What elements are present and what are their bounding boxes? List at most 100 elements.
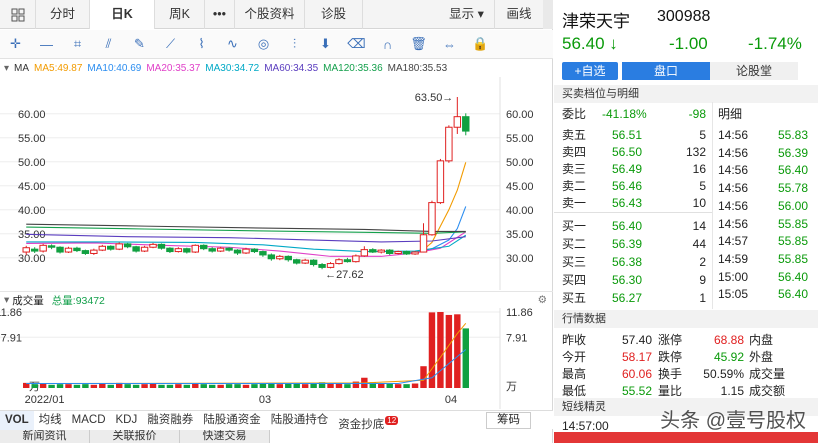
ask-row: 56.51 — [612, 128, 643, 142]
tick-row: 56.00 — [777, 198, 808, 213]
magnet-icon[interactable]: ∩ — [372, 30, 403, 59]
tab-daily-k[interactable]: 日K — [90, 0, 155, 29]
tab-hk-hold[interactable]: 陆股通持仓 — [266, 411, 334, 430]
ask-row: 卖三 — [562, 162, 587, 176]
ask-row: 5 — [699, 128, 706, 142]
tab-profile[interactable]: 个股资料 — [235, 0, 305, 29]
x-tick-label: 2022/01 — [25, 394, 65, 406]
tab-forum[interactable]: 论股堂 — [710, 62, 798, 80]
tab-kdj[interactable]: KDJ — [111, 411, 143, 430]
quote-row: 成交量 — [749, 367, 786, 381]
cycle-icon[interactable]: ◎ — [248, 30, 279, 59]
quote-row: 45.92 — [713, 350, 744, 364]
ma-line-ma60 — [26, 233, 466, 243]
draw-line-button[interactable]: 画线 — [495, 0, 543, 29]
volume-chart[interactable]: 11.8611.867.917.91万万2022/010304 — [0, 308, 553, 409]
fork-icon[interactable]: ⫶ — [279, 30, 310, 59]
candle-body — [250, 248, 259, 253]
candle-body — [39, 244, 47, 252]
weibi-label: 委比 — [562, 107, 587, 121]
collapse-handle[interactable] — [543, 0, 553, 29]
tab-quick-trade[interactable]: 快速交易 — [180, 430, 270, 443]
tab-vol[interactable]: VOL — [0, 410, 34, 430]
expand-icon[interactable]: ⇔ — [434, 30, 465, 59]
tab-margin[interactable]: 融资融券 — [142, 411, 198, 430]
quote-row: 内盘 — [749, 333, 774, 347]
volume-header: ▾ 成交量 总量:93472 ⚙ — [0, 291, 553, 308]
ask-row: 56.49 — [612, 162, 643, 176]
ma-label[interactable]: MA — [14, 63, 29, 74]
eraser-icon[interactable]: ⌫ — [341, 30, 372, 59]
volume-bar — [225, 384, 233, 388]
tick-row: 15:05 — [718, 287, 749, 302]
tab-macd[interactable]: MACD — [67, 411, 111, 430]
candle-body — [276, 255, 284, 260]
candlestick-chart[interactable]: 60.00 60.00 55.00 55.00 50.00 50.00 45.00 45.00… — [0, 77, 553, 290]
tab-diagnose[interactable]: 诊股 — [305, 0, 363, 29]
ask-row: 卖一 — [562, 196, 587, 210]
y-tick-label-right: 50.00 — [506, 157, 534, 169]
tab-news[interactable]: 新闻资讯 — [0, 430, 90, 443]
display-dropdown[interactable]: 显示 ▾ — [439, 0, 495, 29]
lock-icon[interactable]: 🔒 — [465, 30, 496, 59]
gear-icon[interactable]: ⚙ — [538, 294, 547, 306]
quote-row: 量比 — [658, 384, 683, 398]
volume-bar — [344, 384, 351, 388]
candle-body — [174, 248, 183, 253]
trash-icon[interactable]: 🗑 — [403, 30, 434, 59]
volume-bar — [141, 384, 148, 388]
candle-body — [216, 247, 225, 252]
candle-body — [352, 255, 360, 263]
bid-row: 56.39 — [612, 237, 643, 251]
tab-timeshare[interactable]: 分时 — [36, 0, 90, 29]
pen-icon[interactable]: ✎ — [124, 30, 155, 59]
ma-item: MA30:34.72 — [205, 63, 260, 74]
weibi-pct: -41.18% — [602, 107, 647, 121]
x-tick-label: 03 — [259, 394, 271, 406]
tab-ma[interactable]: 均线 — [34, 411, 67, 430]
volume-bar — [149, 383, 157, 388]
volume-bar — [208, 384, 216, 388]
volume-bar — [200, 384, 207, 388]
tick-row: 14:57 — [718, 234, 749, 249]
candle-body — [436, 160, 445, 204]
tick-row: 56.39 — [777, 145, 808, 160]
low-price-label: ←27.62 — [325, 269, 364, 281]
arrow-down-icon[interactable]: ⬇ — [310, 30, 341, 59]
chevron-down-icon[interactable]: ▾ — [4, 63, 9, 74]
volume-bar — [259, 383, 267, 388]
candle-body — [225, 247, 233, 251]
candle-body — [309, 259, 318, 266]
y-tick-label-left: 30.00 — [18, 253, 46, 265]
trendline-icon[interactable]: ⟋ — [155, 30, 186, 59]
tab-pankou[interactable]: 盘口 — [622, 62, 710, 80]
bottom-panel-tabs: 新闻资讯 关联报价 快速交易 — [0, 430, 553, 443]
high-price-label: 63.50→ — [415, 92, 454, 104]
volume-bar — [166, 384, 174, 388]
rect-icon[interactable]: ⌗ — [62, 30, 93, 59]
candle-body — [157, 243, 166, 249]
ask-row: 132 — [685, 145, 706, 159]
tab-weekly-k[interactable]: 周K — [155, 0, 205, 29]
crosshair-icon[interactable]: ✛ — [0, 30, 31, 59]
candle-body — [343, 259, 352, 263]
drawing-toolbar: ✛ — ⌗ ⫽ ✎ ⟋ ⌇ ∿ ◎ ⫶ ⬇ ⌫ ∩ 🗑 ⇔ 🔒 — [0, 30, 553, 59]
y-tick-label-left: 60.00 — [18, 109, 46, 121]
tab-bottom-fishing[interactable]: 资金抄底 12 — [333, 411, 403, 430]
volume-bar — [192, 383, 199, 388]
tab-more[interactable]: ••• — [205, 0, 235, 29]
volume-bar — [437, 312, 444, 388]
grid-icon[interactable] — [0, 0, 36, 29]
add-watchlist-button[interactable]: +自选 — [562, 62, 618, 80]
segment-icon[interactable]: ⌇ — [186, 30, 217, 59]
hline-icon[interactable]: — — [31, 30, 62, 59]
volume-bar — [73, 384, 81, 388]
volume-bar — [99, 383, 106, 388]
tab-related[interactable]: 关联报价 — [90, 430, 180, 443]
tab-hk-flow[interactable]: 陆股通资金 — [198, 411, 266, 430]
candle-body — [284, 255, 292, 261]
chips-button[interactable]: 筹码 — [486, 411, 531, 429]
fan-icon[interactable]: ⫽ — [93, 30, 124, 59]
chevron-down-icon[interactable]: ▾ — [4, 294, 9, 306]
wave-icon[interactable]: ∿ — [217, 30, 248, 59]
